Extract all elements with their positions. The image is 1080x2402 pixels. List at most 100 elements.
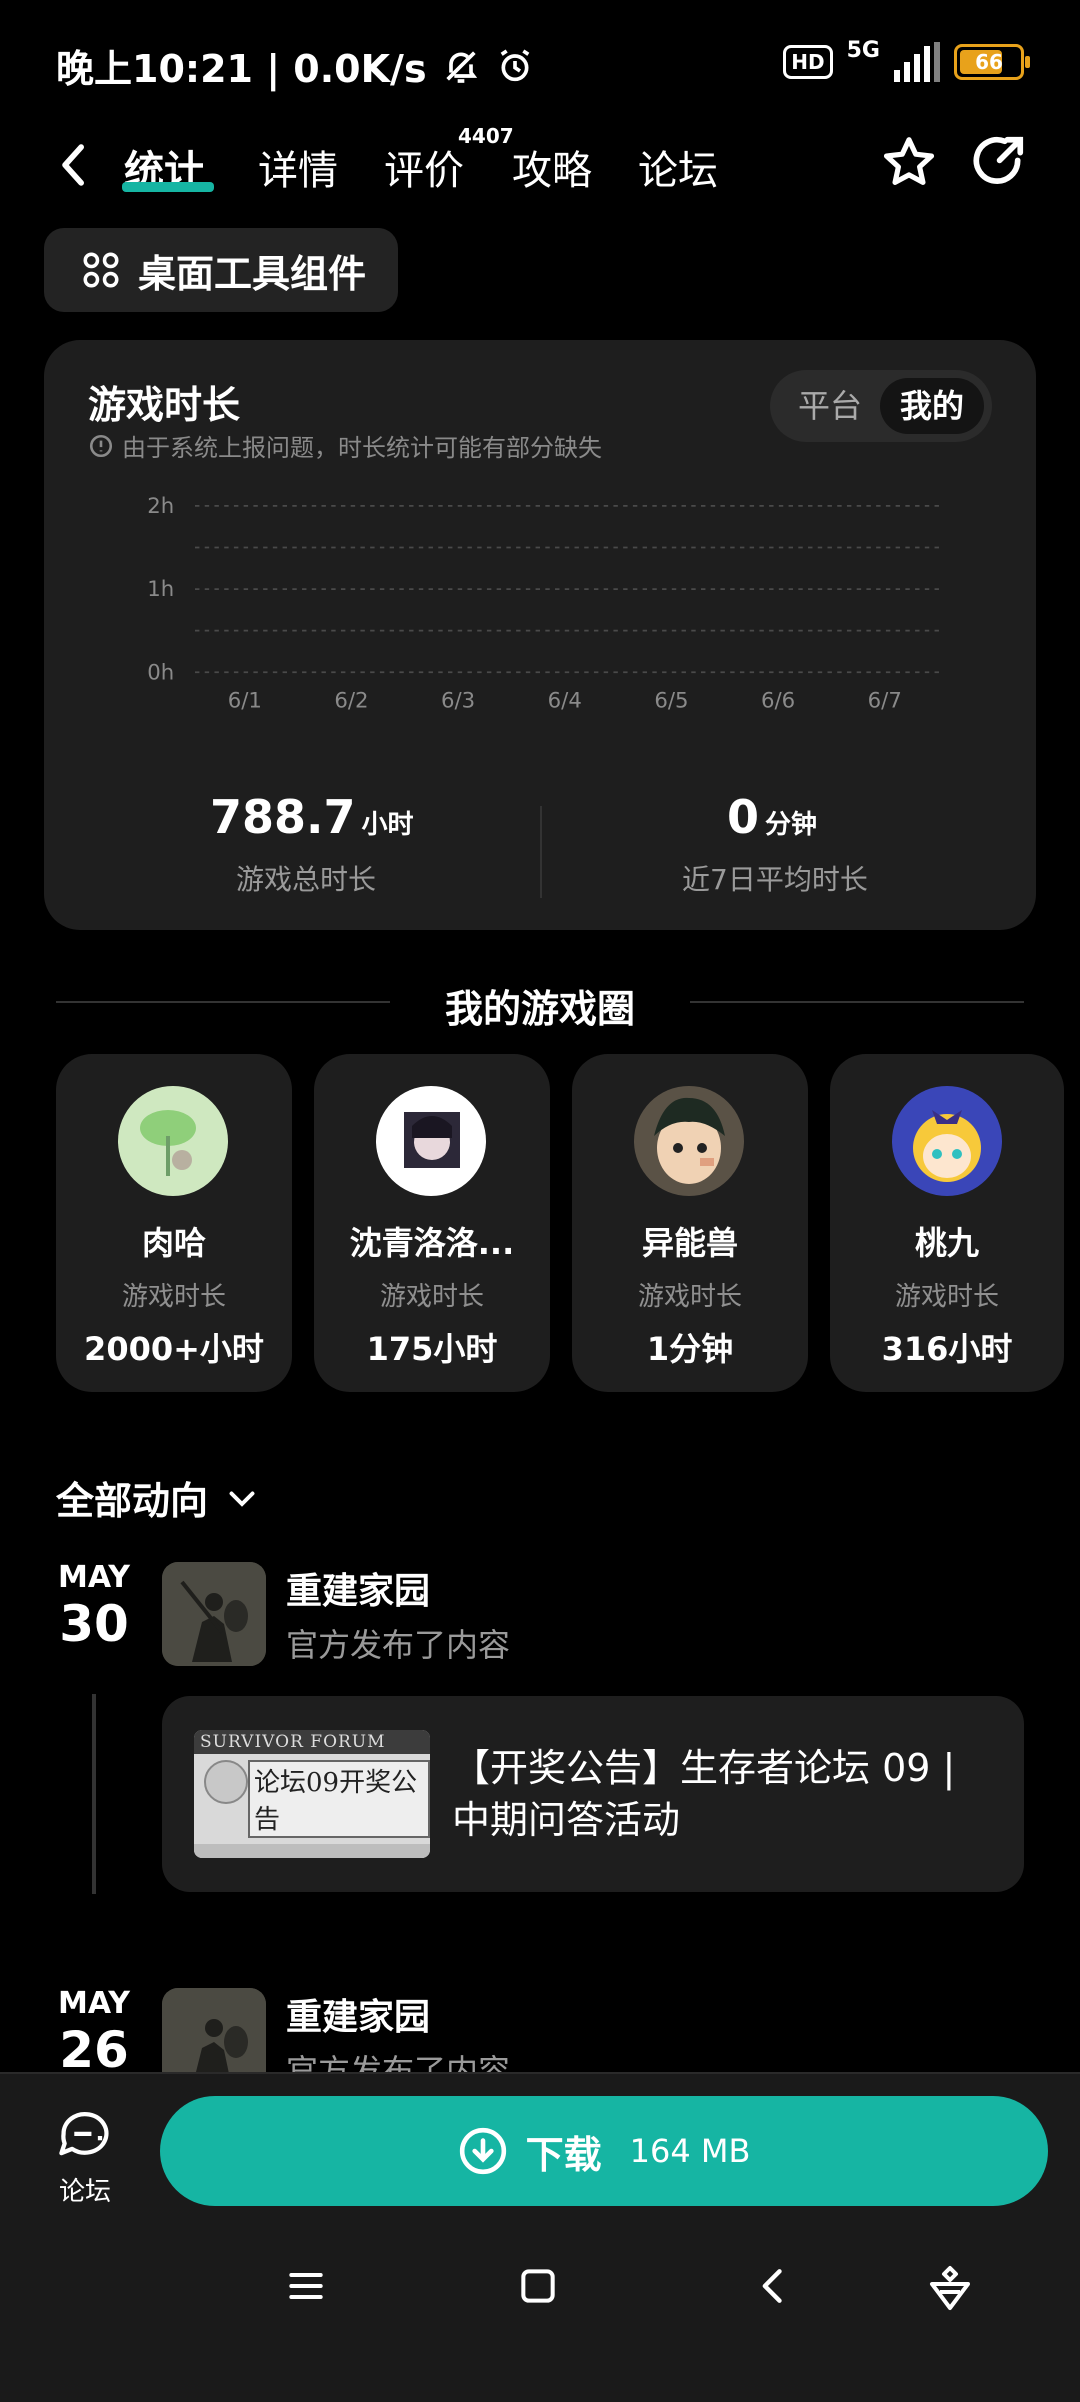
- game-thumbnail[interactable]: [162, 1562, 266, 1666]
- play-time-note-text: 由于系统上报问题，时长统计可能有部分缺失: [122, 434, 602, 462]
- friend-playtime-label: 游戏时长: [379, 1282, 484, 1312]
- play-time-card: 游戏时长 由于系统上报问题，时长统计可能有部分缺失 平台 我的 0h 1h 2h 6/…: [44, 340, 1036, 930]
- status-bar: 晚上10:21 | 0.0K/s HD 5G 66: [0, 0, 1080, 120]
- feed-month: MAY: [58, 1560, 130, 1595]
- avatar: [376, 1086, 486, 1196]
- friend-card[interactable]: 异能兽 游戏时长 1分钟: [572, 1054, 808, 1392]
- active-tab-indicator: [122, 182, 214, 192]
- stats-divider: [540, 806, 542, 898]
- post-image-footer: [194, 1844, 430, 1858]
- download-label: 下载: [525, 2132, 602, 2177]
- timeline-line: [92, 1694, 96, 1894]
- total-play-time: 788.7 小时: [210, 790, 510, 844]
- friend-playtime: 316小时: [881, 1330, 1013, 1368]
- download-button[interactable]: 下载 164 MB: [160, 2096, 1048, 2206]
- friend-playtime: 1分钟: [646, 1330, 734, 1368]
- back-icon[interactable]: [54, 140, 94, 190]
- post-image-title: 论坛09开奖公告: [248, 1760, 430, 1838]
- x-tick-label: 6/1: [228, 689, 262, 714]
- feed-day: 26: [59, 2021, 129, 2079]
- play-time-note: 由于系统上报问题，时长统计可能有部分缺失: [88, 428, 602, 463]
- feed-game-name[interactable]: 重建家园: [286, 1988, 430, 2040]
- segment-mine[interactable]: 我的: [880, 378, 984, 434]
- forum-button[interactable]: 论坛: [40, 2108, 130, 2208]
- friend-card[interactable]: 肉哈 游戏时长 2000+小时: [56, 1054, 292, 1392]
- friend-playtime: 175小时: [366, 1330, 498, 1368]
- x-tick-label: 6/2: [334, 689, 368, 714]
- x-tick-label: 6/6: [761, 689, 795, 714]
- friend-card[interactable]: 沈青洛洛... 游戏时长 175小时: [314, 1054, 550, 1392]
- x-tick-label: 6/4: [548, 689, 582, 714]
- friend-playtime-label: 游戏时长: [637, 1282, 742, 1312]
- activity-filter-dropdown[interactable]: 全部动向: [56, 1470, 260, 1525]
- download-icon: [459, 2127, 506, 2175]
- bottom-bar: 论坛 下载 164 MB: [0, 2072, 1080, 2402]
- back-nav-icon[interactable]: [752, 2264, 796, 2308]
- menu-icon[interactable]: [284, 2264, 328, 2308]
- network-type: 5G: [846, 38, 880, 63]
- tab-guides[interactable]: 攻略: [512, 138, 592, 196]
- status-left: 晚上10:21 | 0.0K/s: [56, 38, 535, 93]
- home-icon[interactable]: [516, 2264, 560, 2308]
- x-tick-label: 6/5: [654, 689, 688, 714]
- alarm-icon: [500, 48, 529, 81]
- review-count-badge: 4407: [458, 124, 514, 148]
- post-image-seal: [204, 1760, 248, 1804]
- avatar: [118, 1086, 228, 1196]
- top-nav: 统计 详情 评价 4407 攻略 论坛: [0, 120, 1080, 210]
- post-image-header: SURVIVOR FORUM: [194, 1730, 430, 1754]
- post-image: SURVIVOR FORUM 论坛09开奖公告: [194, 1730, 430, 1858]
- status-right: HD 5G 66: [783, 38, 1030, 86]
- segment-platform[interactable]: 平台: [778, 378, 882, 434]
- friend-card[interactable]: 桃九 游戏时长 316小时: [830, 1054, 1064, 1392]
- tab-details[interactable]: 详情: [258, 138, 338, 196]
- friend-playtime: 2000+小时: [84, 1330, 264, 1368]
- download-size: 164 MB: [629, 2132, 751, 2170]
- friend-playtime-label: 游戏时长: [121, 1282, 226, 1312]
- post-card[interactable]: SURVIVOR FORUM 论坛09开奖公告 【开奖公告】生存者论坛 09 |…: [162, 1696, 1024, 1892]
- feed-month: MAY: [58, 1986, 130, 2021]
- total-play-time-unit: 小时: [361, 810, 414, 840]
- bell-muted-icon: [445, 50, 477, 83]
- friend-name: 肉哈: [141, 1224, 206, 1262]
- total-play-time-label: 游戏总时长: [236, 863, 377, 896]
- forum-label: 论坛: [58, 2177, 111, 2207]
- signal-icon: [894, 42, 940, 82]
- avg-play-time-value: 0: [727, 790, 760, 844]
- battery-level: 66: [975, 50, 1003, 74]
- assistant-icon[interactable]: [926, 2264, 974, 2312]
- feed-action: 官方发布了内容: [286, 1626, 511, 1664]
- forum-icon: [59, 2112, 109, 2156]
- friend-name: 桃九: [914, 1224, 979, 1262]
- friend-name: 沈青洛洛...: [349, 1224, 515, 1262]
- chevron-down-icon: [229, 1491, 255, 1507]
- x-tick-label: 6/3: [441, 689, 475, 714]
- play-time-title: 游戏时长: [88, 383, 241, 427]
- play-time-chart: 0h 1h 2h 6/1 6/2 6/3 6/4 6/5 6/6 6/7: [147, 494, 942, 714]
- y-tick-label: 2h: [147, 494, 174, 519]
- avatar: [892, 1086, 1002, 1196]
- info-icon: [89, 434, 113, 457]
- total-play-time-value: 788.7: [210, 790, 356, 844]
- activity-filter-label: 全部动向: [56, 1479, 209, 1523]
- share-icon[interactable]: [966, 132, 1028, 194]
- hd-badge: HD: [783, 45, 833, 79]
- feed-game-name[interactable]: 重建家园: [286, 1562, 430, 1614]
- feed-date: MAY 30: [44, 1560, 144, 1653]
- tab-reviews[interactable]: 评价: [384, 138, 464, 196]
- game-circle-title: 我的游戏圈: [444, 987, 635, 1031]
- feed-date: MAY 26: [44, 1986, 144, 2079]
- platform-mine-toggle: 平台 我的: [770, 370, 992, 442]
- friend-name: 异能兽: [641, 1224, 738, 1262]
- section-line-right: [690, 1001, 1024, 1003]
- tab-forum[interactable]: 论坛: [638, 138, 718, 196]
- status-time-speed: 晚上10:21 | 0.0K/s: [56, 47, 427, 91]
- favorite-icon[interactable]: [878, 132, 940, 194]
- feed-day: 30: [59, 1595, 129, 1653]
- x-tick-label: 6/7: [868, 689, 902, 714]
- avg-play-time-unit: 分钟: [765, 810, 818, 840]
- friend-playtime-label: 游戏时长: [894, 1282, 999, 1312]
- desktop-widget-label: 桌面工具组件: [138, 251, 367, 296]
- avatar: [634, 1086, 744, 1196]
- desktop-widget-button[interactable]: 桌面工具组件: [44, 228, 398, 312]
